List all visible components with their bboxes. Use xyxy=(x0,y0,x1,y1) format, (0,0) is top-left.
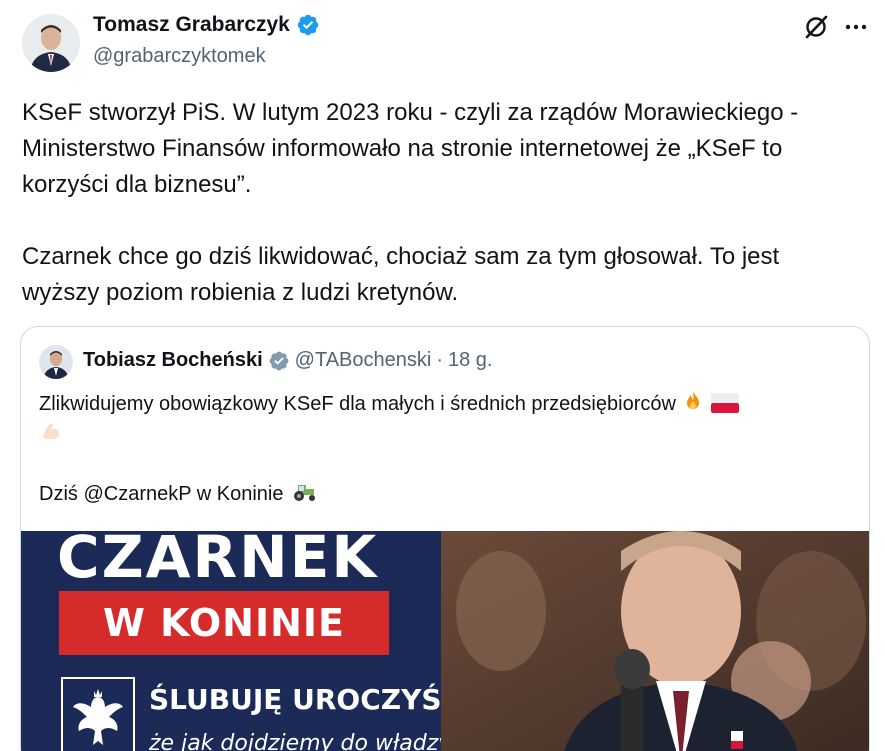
quote-separator: · xyxy=(436,349,443,371)
grok-icon[interactable] xyxy=(802,13,830,41)
quote-author-name[interactable]: Tobiasz Bocheński xyxy=(83,349,263,372)
tweet-line: wyższy poziom robienia z ludzi kretynów. xyxy=(22,279,459,306)
tweet-line: KSeF stworzył PiS. W lutym 2023 roku - c… xyxy=(22,99,799,126)
quote-line: Dziś @CzarnekP w Koninie xyxy=(39,479,859,509)
author-handle[interactable]: @grabarczyktomek xyxy=(93,45,266,68)
media-banner: W KONINIE xyxy=(59,591,389,655)
quote-media-image[interactable]: CZARNEK W KONINIE ŚLUBUJĘ UROCZYŚCIE, że… xyxy=(21,531,869,751)
quoted-tweet-card[interactable]: Tobiasz Bocheński @TABochenski · 18 g. Z… xyxy=(20,326,870,751)
author-name[interactable]: Tomasz Grabarczyk xyxy=(93,13,320,37)
quote-line xyxy=(39,419,859,449)
verified-badge-icon xyxy=(297,14,319,36)
white-eagle-emblem-icon xyxy=(61,677,135,751)
quote-line-text: Dziś @CzarnekP w Koninie xyxy=(39,483,284,505)
quote-author-handle[interactable]: @TABochenski xyxy=(295,349,432,372)
media-banner-text: W KONINIE xyxy=(102,601,346,645)
tweet-text: KSeF stworzył PiS. W lutym 2023 roku - c… xyxy=(22,95,872,311)
speaker-photo xyxy=(441,531,869,751)
author-name-text[interactable]: Tomasz Grabarczyk xyxy=(93,13,290,37)
tractor-emoji-icon xyxy=(294,485,316,501)
quote-line-text: Zlikwidujemy obowiązkowy KSeF dla małych… xyxy=(39,393,676,415)
tweet-line: Ministerstwo Finansów informowało na str… xyxy=(22,135,783,162)
quote-timestamp[interactable]: 18 g. xyxy=(448,349,492,372)
verified-badge-icon xyxy=(269,351,289,370)
quote-line: Zlikwidujemy obowiązkowy KSeF dla małych… xyxy=(39,389,859,419)
tweet-line: korzyści dla biznesu”. xyxy=(22,171,252,198)
quote-text: Zlikwidujemy obowiązkowy KSeF dla małych… xyxy=(39,389,859,509)
tweet-line: Czarnek chce go dziś likwidować, chociaż… xyxy=(22,243,780,270)
quote-header: Tobiasz Bocheński @TABochenski · 18 g. xyxy=(83,349,492,372)
poland-flag-icon xyxy=(711,393,740,413)
quote-author-avatar[interactable] xyxy=(39,345,73,379)
author-avatar[interactable] xyxy=(22,14,80,72)
media-title: CZARNEK xyxy=(57,531,379,591)
flexed-biceps-icon xyxy=(43,423,60,440)
fire-emoji-icon xyxy=(687,391,700,409)
media-subtitle: że jak dojdziemy do władzy xyxy=(149,731,452,751)
more-icon[interactable] xyxy=(842,13,870,41)
